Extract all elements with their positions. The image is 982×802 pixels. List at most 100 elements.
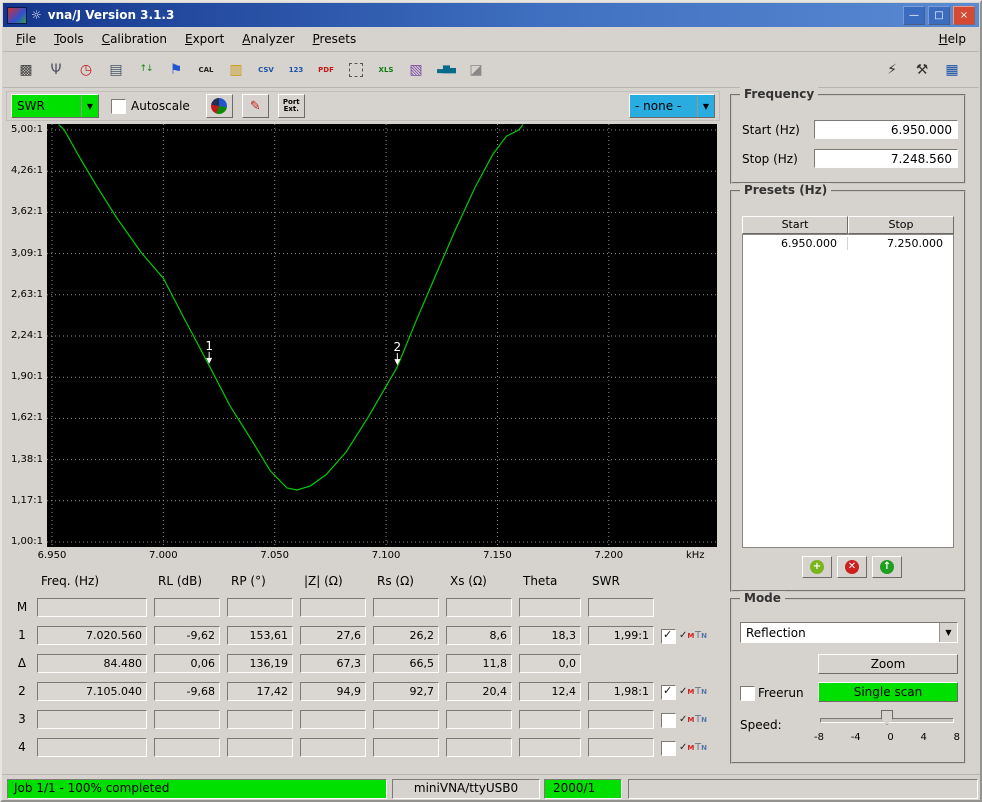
autoscale-checkbox[interactable] (111, 98, 126, 114)
menu-calibration[interactable]: Calibration (93, 29, 176, 49)
generator-icon[interactable]: ▩ (13, 57, 39, 83)
menu-tools[interactable]: Tools (45, 29, 93, 49)
column-header: Theta (523, 574, 558, 588)
mode-select[interactable]: Reflection ▼ (740, 622, 958, 643)
swr-curve (58, 124, 524, 491)
driver-icon[interactable]: ⚡ (879, 57, 905, 83)
minimize-button[interactable]: — (903, 5, 925, 25)
presets-header-start[interactable]: Start (742, 216, 848, 234)
marker-max-icon[interactable]: ✓M (679, 714, 694, 725)
marker-visible-checkbox[interactable] (661, 741, 676, 756)
presets-buttons: + ✕ ↑ (802, 556, 902, 578)
column-header: RL (dB) (158, 574, 203, 588)
export-csv-icon[interactable]: CSV (253, 57, 279, 83)
marker-cell (37, 710, 147, 729)
menu-help[interactable]: Help (930, 29, 975, 49)
menu-analyzer[interactable]: Analyzer (233, 29, 303, 49)
close-button[interactable]: × (953, 5, 975, 25)
menu-export[interactable]: Export (176, 29, 233, 49)
swr-plot[interactable]: 12 (47, 124, 717, 547)
freerun-checkbox[interactable] (740, 686, 755, 701)
marker-max-icon[interactable]: ✓M (679, 686, 694, 697)
speed-tick-label: 8 (953, 732, 960, 743)
start-hz-label: Start (Hz) (742, 123, 800, 137)
freerun-label: Freerun (758, 686, 804, 700)
multitune-icon[interactable]: ↑↓ (133, 57, 159, 83)
marker-track-icon[interactable]: TN (695, 742, 707, 753)
autoscale-label: Autoscale (131, 99, 190, 113)
clear-icon[interactable]: ◪ (463, 57, 489, 83)
marker-row-label: M (16, 600, 28, 614)
marker-track-icon[interactable]: TN (695, 714, 707, 725)
port-ext-label-2: Ext. (283, 105, 299, 113)
marker-row-label: Δ (17, 656, 27, 670)
frequency-grid-icon[interactable]: ▦ (939, 57, 965, 83)
stop-hz-field[interactable]: 7.248.560 (814, 149, 958, 168)
marker-cell (373, 598, 439, 617)
marker-cell: 18,3 (519, 626, 581, 645)
edit-markers-button[interactable]: ✎ (241, 94, 269, 118)
presets-header-stop[interactable]: Stop (848, 216, 954, 234)
schedule-icon[interactable]: ◷ (73, 57, 99, 83)
export-xls-icon[interactable]: XLS (373, 57, 399, 83)
marker-cell (227, 710, 293, 729)
port-extension-button[interactable]: Port Ext. (277, 94, 305, 118)
preset-delete-button[interactable]: ✕ (837, 556, 867, 578)
menu-presets[interactable]: Presets (304, 29, 366, 49)
export-table-icon[interactable]: 123 (283, 57, 309, 83)
toolbar-right-group: ⚡ ⚒ ▦ (879, 57, 969, 83)
marker-track-icon[interactable]: TN (695, 630, 707, 641)
single-scan-button[interactable]: Single scan (818, 682, 958, 702)
marker-visible-checkbox[interactable] (661, 684, 676, 700)
marker-track-icon[interactable]: TN (695, 686, 707, 697)
export-chart-icon[interactable]: ▃▆▄ (433, 57, 459, 83)
app-window: ☼ vna/J Version 3.1.3 — □ × File Tools Cal… (0, 0, 982, 802)
export-image-icon[interactable]: ▧ (403, 57, 429, 83)
open-folder-icon[interactable]: ▥ (223, 57, 249, 83)
marker-cell: 92,7 (373, 682, 439, 701)
settings-icon[interactable]: ⚒ (909, 57, 935, 83)
speed-slider[interactable] (818, 710, 956, 728)
marker-visible-checkbox[interactable] (661, 713, 676, 728)
toolbar-left-group: ▩ Ψ ◷ ▤ ↑↓ ⚑ CAL ▥ CSV 123 PDF XLS ▧ ▃▆▄ ◪ (13, 57, 493, 83)
right-scale-select[interactable]: - none - ▼ (629, 94, 715, 118)
marker-max-icon[interactable]: ✓M (679, 630, 694, 641)
column-header: Xs (Ω) (450, 574, 487, 588)
marker-cell (373, 738, 439, 757)
calibration-icon[interactable]: CAL (193, 57, 219, 83)
tag-icon[interactable]: ⚑ (163, 57, 189, 83)
smith-chart-button[interactable] (205, 94, 233, 118)
maximize-button[interactable]: □ (928, 5, 950, 25)
y-tick-label: 3,09:1 (11, 247, 43, 259)
preset-add-button[interactable]: + (802, 556, 832, 578)
marker-max-icon[interactable]: ✓M (679, 742, 694, 753)
export-pdf-icon[interactable]: PDF (313, 57, 339, 83)
antenna-icon[interactable]: Ψ (43, 57, 69, 83)
x-tick-label: 7.050 (260, 550, 290, 561)
y-tick-label: 1,38:1 (11, 453, 43, 465)
samples-status: 2000/1 (544, 779, 622, 799)
start-hz-field[interactable]: 6.950.000 (814, 120, 958, 139)
preset-row[interactable]: 6.950.000 7.250.000 (743, 235, 953, 252)
preset-apply-button[interactable]: ↑ (872, 556, 902, 578)
zoom-button[interactable]: Zoom (818, 654, 958, 674)
x-axis-unit: kHz (686, 550, 705, 561)
window-menu-icon[interactable]: ☼ (31, 9, 42, 21)
marker-row-label: 2 (18, 684, 26, 698)
frequency-title: Frequency (740, 87, 819, 101)
left-scale-select[interactable]: SWR ▼ (11, 94, 99, 118)
speed-tick-label: -4 (850, 732, 861, 743)
y-tick-label: 1,00:1 (11, 536, 43, 547)
x-tick-label: 7.000 (149, 550, 178, 561)
snapshot-icon[interactable] (343, 57, 369, 83)
marker-cell: 94,9 (300, 682, 366, 701)
menu-file[interactable]: File (7, 29, 45, 49)
marker-cell (227, 738, 293, 757)
print-icon[interactable]: ▤ (103, 57, 129, 83)
marker-table: Freq. (Hz) RL (dB) RP (°) |Z| (Ω) Rs (Ω) Xs (… (7, 574, 722, 770)
presets-list[interactable]: 6.950.000 7.250.000 (742, 234, 954, 548)
x-tick-label: 6.950 (37, 550, 67, 561)
preset-stop-value: 7.250.000 (887, 237, 943, 250)
column-header: |Z| (Ω) (304, 574, 343, 588)
marker-visible-checkbox[interactable] (661, 628, 676, 644)
